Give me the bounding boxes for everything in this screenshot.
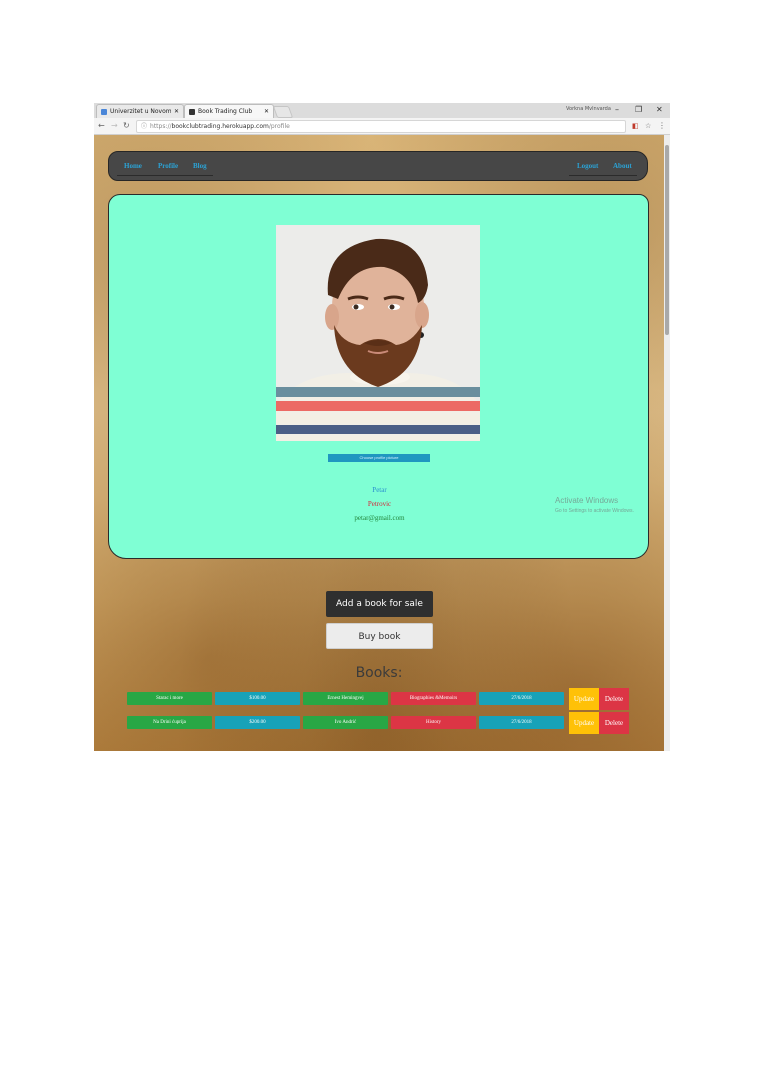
tab-univerzitet[interactable]: Univerzitet u Novom Sad ✕ bbox=[96, 104, 184, 118]
browser-titlebar: Univerzitet u Novom Sad ✕ Book Trading C… bbox=[94, 103, 670, 118]
book-date-cell: 27/6/2018 bbox=[479, 692, 564, 705]
profile-photo bbox=[276, 225, 480, 441]
book-price-cell: $200.00 bbox=[215, 716, 300, 729]
extension-icon[interactable]: ◧ bbox=[632, 120, 639, 132]
books-heading: Books: bbox=[355, 665, 403, 681]
book-favicon-icon bbox=[189, 108, 195, 115]
forward-icon[interactable]: → bbox=[111, 120, 118, 132]
address-toolbar: ← → ↻ ⓘ https://bookclubtrading.herokuapp… bbox=[94, 118, 670, 135]
tab-title: Univerzitet u Novom Sad bbox=[110, 108, 171, 115]
tab-title: Book Trading Club bbox=[198, 108, 253, 115]
reload-icon[interactable]: ↻ bbox=[123, 120, 130, 132]
tab-book-trading-club[interactable]: Book Trading Club ✕ bbox=[184, 104, 274, 118]
restore-icon[interactable]: ❐ bbox=[635, 104, 642, 116]
nav-link-about[interactable]: About bbox=[613, 162, 632, 170]
minimize-icon[interactable]: – bbox=[615, 104, 619, 116]
close-tab-icon[interactable]: ✕ bbox=[264, 108, 269, 115]
book-date-cell: 27/6/2018 bbox=[479, 716, 564, 729]
buy-book-button[interactable]: Buy book bbox=[326, 623, 433, 649]
book-author-cell: Ivo Andrić bbox=[303, 716, 388, 729]
book-genre-cell: Biographies &Memoirs bbox=[391, 692, 476, 705]
bookmark-star-icon[interactable]: ☆ bbox=[645, 120, 651, 132]
book-author-cell: Ernest Hemingvej bbox=[303, 692, 388, 705]
site-favicon-icon bbox=[101, 108, 107, 115]
windows-watermark-subtitle: Go to Settings to activate Windows. bbox=[555, 508, 634, 514]
url-scheme: https:// bbox=[150, 123, 172, 130]
book-title-cell: Starac i more bbox=[127, 692, 212, 705]
nav-link-blog[interactable]: Blog bbox=[193, 162, 207, 170]
nav-link-logout[interactable]: Logout bbox=[577, 162, 598, 170]
url-field[interactable]: ⓘ https://bookclubtrading.herokuapp.com/p… bbox=[136, 120, 626, 133]
windows-watermark-title: Activate Windows bbox=[555, 496, 619, 505]
nav-divider bbox=[117, 175, 213, 176]
nav-divider bbox=[569, 175, 637, 176]
page-content: Home Profile Blog Logout About Choose pr… bbox=[94, 135, 664, 751]
info-icon[interactable]: ⓘ bbox=[141, 121, 147, 132]
profile-card: Choose profile picture Petar Petrovic pe… bbox=[108, 194, 649, 559]
book-price-cell: $100.00 bbox=[215, 692, 300, 705]
back-icon[interactable]: ← bbox=[98, 120, 105, 132]
book-genre-cell: History bbox=[391, 716, 476, 729]
profile-first-name: Petar bbox=[372, 486, 387, 494]
delete-button[interactable]: Delete bbox=[599, 688, 629, 710]
update-button[interactable]: Update bbox=[569, 688, 599, 710]
nav-link-home[interactable]: Home bbox=[124, 162, 142, 170]
new-tab-button[interactable] bbox=[272, 106, 294, 118]
menu-kebab-icon[interactable]: ⋮ bbox=[658, 120, 666, 132]
close-tab-icon[interactable]: ✕ bbox=[174, 108, 179, 115]
delete-button[interactable]: Delete bbox=[599, 712, 629, 734]
book-title-cell: Na Drini ćuprija bbox=[127, 716, 212, 729]
choose-photo-label: Choose profile picture bbox=[359, 455, 399, 460]
profile-portrait bbox=[276, 225, 480, 441]
top-navbar: Home Profile Blog Logout About bbox=[108, 151, 648, 181]
nav-link-profile[interactable]: Profile bbox=[158, 162, 178, 170]
browser-window: Univerzitet u Novom Sad ✕ Book Trading C… bbox=[94, 103, 670, 751]
close-window-icon[interactable]: ✕ bbox=[656, 104, 663, 116]
add-book-button[interactable]: Add a book for sale bbox=[326, 591, 433, 617]
scrollbar-thumb[interactable] bbox=[665, 145, 669, 335]
browser-user-name[interactable]: Vorkna Mvlnvarda bbox=[566, 106, 611, 112]
url-domain: bookclubtrading.herokuapp.com bbox=[171, 123, 269, 130]
update-button[interactable]: Update bbox=[569, 712, 599, 734]
profile-email: petar@gmail.com bbox=[354, 514, 405, 522]
choose-photo-button[interactable]: Choose profile picture bbox=[328, 454, 430, 462]
url-path: /profile bbox=[268, 123, 290, 130]
